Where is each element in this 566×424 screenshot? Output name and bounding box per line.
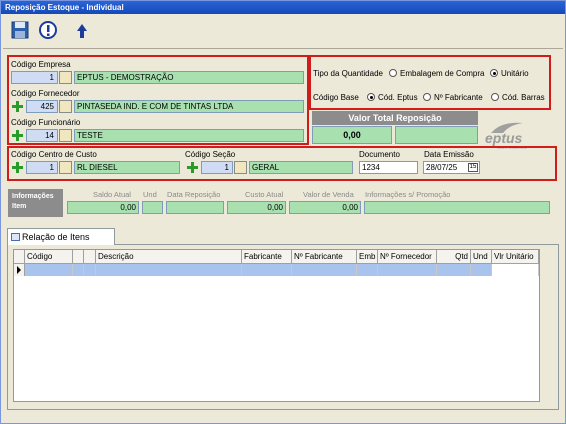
grid-cell-blank-1[interactable] [73, 264, 84, 276]
funcionario-lookup-icon[interactable] [59, 129, 72, 142]
data-emissao-label: Data Emissão [424, 150, 474, 159]
centro-custo-lookup-icon[interactable] [59, 161, 72, 174]
valor-total-header: Valor Total Reposição [312, 111, 478, 125]
info-item-label-line1: Informações [12, 193, 54, 200]
secao-name-field: GERAL [249, 161, 353, 174]
valor-venda-value: 0,00 [289, 201, 361, 214]
empresa-name-field: EPTUS - DEMOSTRAÇÃO [74, 71, 304, 84]
add-fornecedor-icon[interactable] [12, 101, 23, 112]
grid-cell-codigo[interactable] [25, 264, 73, 276]
grid-cell-qtd[interactable] [437, 264, 471, 276]
info-icon[interactable] [37, 19, 59, 41]
tab-relacao-itens-label: Relação de Itens [22, 232, 90, 242]
tipo-quantidade-label: Tipo da Quantidade [313, 69, 383, 78]
saldo-atual-value: 0,00 [67, 201, 139, 214]
data-reposicao-value [166, 201, 224, 214]
tab-relacao-itens[interactable]: Relação de Itens [7, 228, 115, 245]
grid-header-codigo[interactable]: Código [25, 250, 73, 264]
codigo-base-label: Código Base [313, 93, 359, 102]
data-emissao-field[interactable]: 28/07/25 15 [423, 161, 480, 174]
empresa-lookup-icon[interactable] [59, 71, 72, 84]
secao-code-field[interactable]: 1 [201, 161, 233, 174]
radio-unitario[interactable] [490, 69, 498, 77]
centro-custo-name-field: RL DIESEL [74, 161, 180, 174]
add-centro-custo-icon[interactable] [12, 162, 23, 173]
items-grid[interactable]: Código Descrição Fabricante Nº Fabricant… [13, 249, 540, 402]
grid-corner [14, 250, 25, 264]
save-icon[interactable] [9, 19, 31, 41]
und-value [142, 201, 163, 214]
radio-cod-barras[interactable] [491, 93, 499, 101]
funcionario-code-field[interactable]: 14 [26, 129, 58, 142]
fornecedor-code-field[interactable]: 425 [26, 100, 58, 113]
grid-header-fabricante[interactable]: Fabricante [242, 250, 292, 264]
col-saldo-atual: Saldo Atual [93, 190, 131, 199]
grid-cell-fabricante[interactable] [242, 264, 292, 276]
grid-cell-emb[interactable] [357, 264, 378, 276]
valor-total-value: 0,00 [312, 126, 392, 144]
grid-header-n-fornecedor[interactable]: Nº Fornecedor [378, 250, 437, 264]
fornecedor-lookup-icon[interactable] [59, 100, 72, 113]
grid-header-blank-2[interactable] [84, 250, 96, 264]
window-title: Reposição Estoque - Individual [1, 1, 565, 14]
valor-total-extra [395, 126, 478, 144]
centro-custo-code-field[interactable]: 1 [26, 161, 58, 174]
col-data-reposicao: Data Reposição [167, 190, 221, 199]
row-indicator-icon [14, 264, 25, 276]
radio-n-fabricante[interactable] [423, 93, 431, 101]
grid-cell-descricao[interactable] [96, 264, 242, 276]
empresa-code-field[interactable]: 1 [11, 71, 58, 84]
radio-n-fabricante-label[interactable]: Nº Fabricante [434, 93, 483, 102]
grid-header-emb[interactable]: Emb [357, 250, 378, 264]
radio-cod-eptus[interactable] [367, 93, 375, 101]
col-custo-atual: Custo Atual [245, 190, 284, 199]
main-window: Reposição Estoque - Individual Código Em… [0, 0, 566, 424]
grid-cell-blank-2[interactable] [84, 264, 96, 276]
grid-cell-n-fornecedor[interactable] [378, 264, 437, 276]
documento-field[interactable]: 1234 [359, 161, 418, 174]
secao-lookup-icon[interactable] [234, 161, 247, 174]
radio-embalagem[interactable] [389, 69, 397, 77]
empresa-label: Código Empresa [11, 60, 71, 69]
back-icon[interactable] [71, 19, 93, 41]
calendar-icon[interactable]: 15 [468, 163, 478, 172]
list-icon [11, 233, 20, 241]
grid-header-descricao[interactable]: Descrição [96, 250, 242, 264]
grid-header-vlr-unitario[interactable]: Vlr Unitário [492, 250, 539, 264]
svg-text:eptus: eptus [485, 130, 523, 146]
fornecedor-label: Código Fornecedor [11, 89, 80, 98]
col-info-promocao: Informações s/ Promoção [365, 190, 451, 199]
grid-cell-und[interactable] [471, 264, 492, 276]
documento-label: Documento [359, 150, 400, 159]
grid-header-qtd[interactable]: Qtd [437, 250, 471, 264]
radio-embalagem-label[interactable]: Embalagem de Compra [400, 69, 484, 78]
grid-header-blank-1[interactable] [73, 250, 84, 264]
add-funcionario-icon[interactable] [12, 130, 23, 141]
toolbar [1, 15, 565, 45]
info-promocao-value [364, 201, 550, 214]
col-valor-venda: Valor de Venda [303, 190, 354, 199]
grid-header-und[interactable]: Und [471, 250, 492, 264]
secao-label: Código Seção [185, 150, 236, 159]
custo-atual-value: 0,00 [227, 201, 286, 214]
grid-cell-n-fabricante[interactable] [292, 264, 357, 276]
info-item-label-line2: Item [12, 203, 27, 210]
grid-header-n-fabricante[interactable]: Nº Fabricante [292, 250, 357, 264]
radio-cod-eptus-label[interactable]: Cód. Eptus [378, 93, 418, 102]
grid-cell-vlr-unitario[interactable] [492, 264, 539, 276]
fornecedor-name-field: PINTASEDA IND. E COM DE TINTAS LTDA [74, 100, 304, 113]
radio-unitario-label[interactable]: Unitário [501, 69, 529, 78]
data-emissao-value: 28/07/25 [426, 163, 458, 172]
col-und: Und [143, 190, 157, 199]
add-secao-icon[interactable] [187, 162, 198, 173]
toolbar-separator [3, 48, 563, 49]
funcionario-label: Código Funcionário [11, 118, 81, 127]
funcionario-name-field: TESTE [74, 129, 304, 142]
info-item-label: Informações Item [8, 189, 63, 217]
radio-cod-barras-label[interactable]: Cód. Barras [502, 93, 545, 102]
centro-custo-label: Código Centro de Custo [11, 150, 97, 159]
